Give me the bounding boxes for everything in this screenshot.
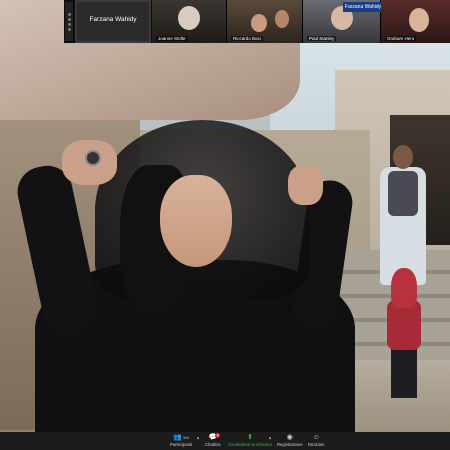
man-figure — [378, 145, 428, 285]
chevron-up-icon[interactable]: ▲ — [196, 435, 200, 440]
reactions-button[interactable]: ☺ Reazioni — [308, 433, 324, 449]
chevron-up-icon[interactable]: ▲ — [268, 435, 272, 440]
smiley-icon: ☺ — [312, 434, 320, 441]
participant-name: Joanne Stolte — [156, 36, 188, 41]
shared-screen — [0, 0, 450, 432]
participant-tile[interactable]: Joanne Stolte — [152, 0, 227, 43]
people-icon: 👥 — [173, 434, 182, 441]
share-screen-button[interactable]: ⬆ Condividere lo schermo — [228, 433, 272, 449]
chat-label: Chatbox — [205, 442, 221, 447]
participant-video — [178, 6, 200, 30]
participant-tile[interactable]: Graham Hero — [381, 0, 450, 43]
notification-badge: ● — [215, 433, 220, 438]
ring — [85, 150, 101, 166]
participant-video — [275, 10, 289, 28]
woman-right-hand — [288, 165, 323, 205]
chat-button[interactable]: 💬 ● Chatbox — [205, 433, 221, 449]
participant-tile-active[interactable]: Farzana Wahidy — [75, 0, 151, 43]
participants-button[interactable]: 👥344 Partecipanti — [170, 433, 192, 449]
participant-video — [251, 14, 267, 32]
reactions-label: Reazioni — [308, 442, 325, 447]
record-button[interactable]: ◉ Registrazione — [277, 433, 303, 449]
record-label: Registrazione — [277, 442, 303, 447]
woman-face — [160, 175, 232, 267]
participants-count: 344 — [182, 436, 189, 440]
share-screen-icon: ⬆ — [247, 434, 253, 441]
participants-label: Partecipanti — [170, 442, 193, 447]
participant-name: Paul Stanley — [307, 36, 337, 41]
share-screen-label: Condividere lo schermo — [228, 442, 272, 447]
participant-name: Riccardo Bosi — [231, 36, 263, 41]
child-figure — [385, 268, 425, 408]
record-icon: ◉ — [286, 434, 293, 441]
banner-text: Farzana Wahidy — [343, 2, 383, 12]
participant-name: Graham Hero — [385, 36, 417, 41]
strip-drag-handle[interactable] — [65, 2, 73, 41]
participant-name-large: Farzana Wahidy — [89, 16, 137, 23]
participant-video — [409, 8, 429, 32]
participant-tile[interactable]: Riccardo Bosi — [227, 0, 303, 43]
meeting-toolbar: 👥344 Partecipanti ▲ 💬 ● Chatbox ⬆ Condivi… — [0, 432, 450, 450]
